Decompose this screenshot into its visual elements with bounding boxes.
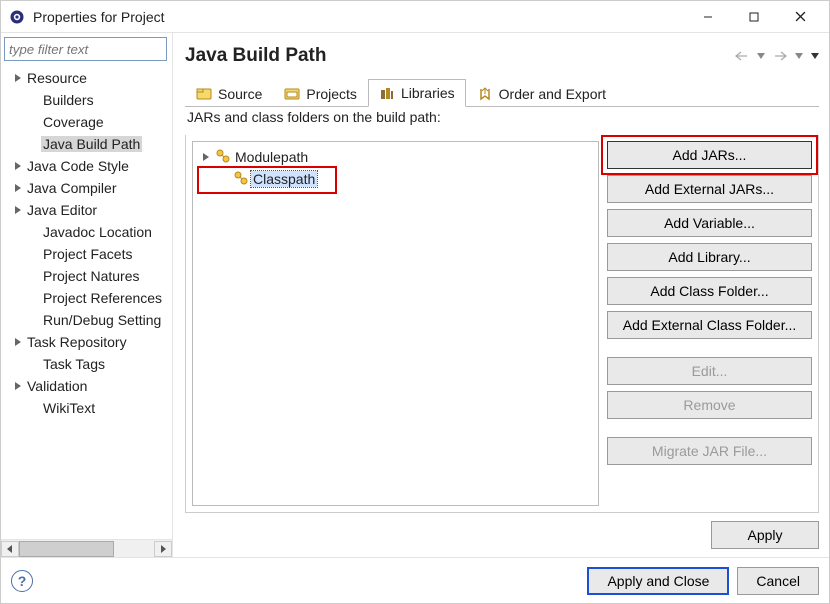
title-bar: Properties for Project (1, 1, 829, 33)
sidebar-item-label: Task Repository (25, 334, 129, 350)
sidebar-item-label: Project Natures (41, 268, 141, 284)
add-external-class-folder-button[interactable]: Add External Class Folder... (607, 311, 812, 339)
sidebar-item-label: Java Editor (25, 202, 99, 218)
scroll-thumb[interactable] (19, 541, 114, 557)
filter-input[interactable] (4, 37, 167, 61)
sidebar-item-label: Task Tags (41, 356, 107, 372)
sidebar-horizontal-scrollbar[interactable] (1, 539, 172, 557)
sidebar-item-project-references[interactable]: Project References (3, 287, 172, 309)
expand-icon[interactable] (11, 206, 25, 214)
sidebar-item-label: Resource (25, 70, 89, 86)
app-icon (9, 9, 25, 25)
minimize-button[interactable] (685, 2, 731, 32)
sidebar-item-label: Javadoc Location (41, 224, 154, 240)
sidebar-item-label: Coverage (41, 114, 106, 130)
expand-icon[interactable] (11, 74, 25, 82)
expand-icon[interactable] (199, 153, 213, 161)
help-icon[interactable]: ? (11, 570, 33, 592)
right-button-column: Add JARs... Add External JARs... Add Var… (607, 141, 812, 506)
sidebar-item-java-code-style[interactable]: Java Code Style (3, 155, 172, 177)
expand-icon[interactable] (11, 382, 25, 390)
sidebar-item-coverage[interactable]: Coverage (3, 111, 172, 133)
classpath-node-icon (233, 170, 249, 189)
dropdown-icon[interactable] (757, 53, 765, 59)
tab-projects[interactable]: Projects (273, 79, 368, 107)
expand-icon[interactable] (11, 184, 25, 192)
sidebar-item-label: Builders (41, 92, 96, 108)
sidebar-item-java-build-path[interactable]: Java Build Path (3, 133, 172, 155)
sidebar-item-label: Run/Debug Setting (41, 312, 163, 328)
content-description: JARs and class folders on the build path… (187, 109, 819, 125)
add-library-button[interactable]: Add Library... (607, 243, 812, 271)
dropdown-icon[interactable] (795, 53, 803, 59)
sidebar-item-resource[interactable]: Resource (3, 67, 172, 89)
sidebar-item-task-tags[interactable]: Task Tags (3, 353, 172, 375)
sidebar-item-project-facets[interactable]: Project Facets (3, 243, 172, 265)
sidebar-item-java-compiler[interactable]: Java Compiler (3, 177, 172, 199)
sidebar-item-label: Validation (25, 378, 89, 394)
libtree-item-modulepath[interactable]: Modulepath (195, 146, 596, 168)
migrate-jar-button: Migrate JAR File... (607, 437, 812, 465)
sidebar-tree[interactable]: Resource Builders Coverage Java Build Path J… (1, 67, 172, 539)
apply-button[interactable]: Apply (711, 521, 819, 549)
sidebar: Resource Builders Coverage Java Build Path J… (1, 33, 173, 557)
sidebar-item-task-repository[interactable]: Task Repository (3, 331, 172, 353)
add-variable-button[interactable]: Add Variable... (607, 209, 812, 237)
sidebar-item-javadoc-location[interactable]: Javadoc Location (3, 221, 172, 243)
menu-dropdown-icon[interactable] (811, 53, 819, 59)
libtree-item-label: Classpath (251, 171, 317, 187)
tab-strip: Source Projects Libraries Order and Export (185, 79, 819, 107)
cancel-button[interactable]: Cancel (737, 567, 819, 595)
sidebar-item-label: Project References (41, 290, 164, 306)
sidebar-item-run-debug-setting[interactable]: Run/Debug Setting (3, 309, 172, 331)
add-jars-button[interactable]: Add JARs... (607, 141, 812, 169)
libraries-icon (379, 85, 395, 101)
sidebar-item-wikitext[interactable]: WikiText (3, 397, 172, 419)
sidebar-item-java-editor[interactable]: Java Editor (3, 199, 172, 221)
scroll-right-icon[interactable] (154, 541, 172, 557)
libraries-tree[interactable]: Modulepath Classpath (192, 141, 599, 506)
tab-label: Projects (306, 86, 357, 102)
sidebar-item-project-natures[interactable]: Project Natures (3, 265, 172, 287)
tab-label: Order and Export (499, 86, 606, 102)
tab-label: Source (218, 86, 262, 102)
nav-back-icon[interactable] (735, 51, 749, 61)
sidebar-item-label: Java Build Path (41, 136, 142, 152)
scroll-left-icon[interactable] (1, 541, 19, 557)
libtree-item-classpath[interactable]: Classpath (195, 168, 596, 190)
tab-libraries[interactable]: Libraries (368, 79, 466, 107)
sidebar-item-label: Project Facets (41, 246, 134, 262)
tab-label: Libraries (401, 85, 455, 101)
expand-icon[interactable] (11, 338, 25, 346)
sidebar-item-label: Java Compiler (25, 180, 118, 196)
nav-forward-icon[interactable] (773, 51, 787, 61)
apply-and-close-button[interactable]: Apply and Close (587, 567, 729, 595)
maximize-button[interactable] (731, 2, 777, 32)
source-folder-icon (196, 86, 212, 102)
edit-button: Edit... (607, 357, 812, 385)
tab-source[interactable]: Source (185, 79, 273, 107)
nav-history (735, 51, 819, 61)
dialog-footer: ? Apply and Close Cancel (1, 557, 829, 603)
close-button[interactable] (777, 2, 823, 32)
remove-button: Remove (607, 391, 812, 419)
expand-icon[interactable] (11, 162, 25, 170)
projects-icon (284, 86, 300, 102)
sidebar-item-label: Java Code Style (25, 158, 131, 174)
add-class-folder-button[interactable]: Add Class Folder... (607, 277, 812, 305)
add-external-jars-button[interactable]: Add External JARs... (607, 175, 812, 203)
libtree-item-label: Modulepath (233, 149, 310, 165)
classpath-node-icon (215, 148, 231, 167)
sidebar-item-label: WikiText (41, 400, 97, 416)
sidebar-item-builders[interactable]: Builders (3, 89, 172, 111)
sidebar-item-validation[interactable]: Validation (3, 375, 172, 397)
window-title: Properties for Project (33, 9, 685, 25)
page-title: Java Build Path (185, 45, 735, 67)
order-export-icon (477, 86, 493, 102)
main-panel: Java Build Path Source Projects Libraries O… (173, 33, 829, 557)
tab-order-and-export[interactable]: Order and Export (466, 79, 617, 107)
